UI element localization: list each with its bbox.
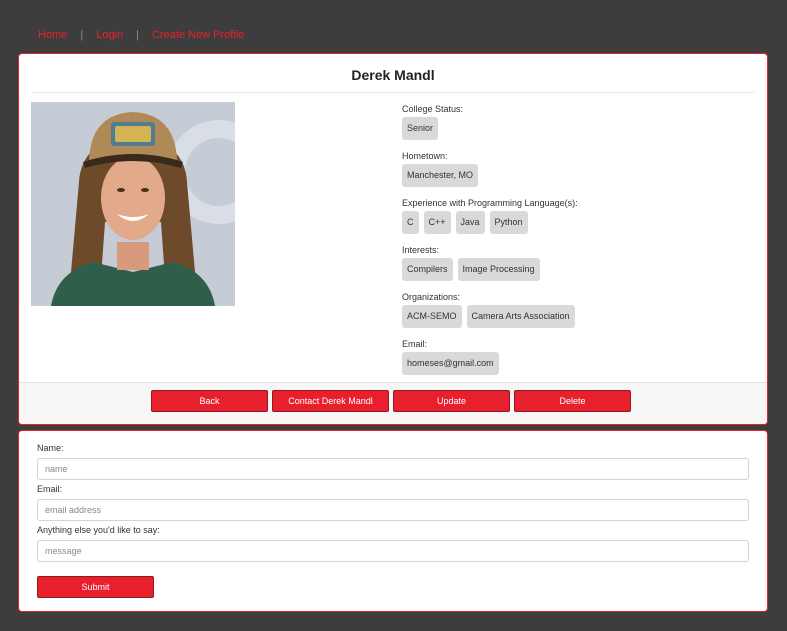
name-input[interactable] <box>37 458 749 480</box>
organization-tag: ACM-SEMO <box>402 305 462 328</box>
back-button[interactable]: Back <box>151 390 268 412</box>
update-button[interactable]: Update <box>393 390 510 412</box>
email-tag: homeses@gmail.com <box>402 352 499 375</box>
nav-home-link[interactable]: Home <box>38 29 67 41</box>
name-field-label: Name: <box>37 443 64 453</box>
delete-button[interactable]: Delete <box>514 390 631 412</box>
email-field-label: Email: <box>37 484 63 494</box>
nav-separator: | <box>80 29 84 41</box>
interest-tag: Image Processing <box>457 258 540 281</box>
interests-tags: Compilers Image Processing <box>402 258 578 281</box>
college-status-tags: Senior <box>402 117 578 140</box>
organizations-label: Organizations: <box>402 292 461 302</box>
nav-create-profile-link[interactable]: Create New Profile <box>152 29 244 41</box>
contact-form-card: Name: Email: Anything else you'd like to… <box>18 430 768 612</box>
hometown-tags: Manchester, MO <box>402 164 578 187</box>
languages-label: Experience with Programming Language(s): <box>402 198 578 208</box>
languages-tags: C C++ Java Python <box>402 211 578 234</box>
hometown-label: Hometown: <box>402 151 448 161</box>
language-tag: C <box>402 211 419 234</box>
college-status-label: College Status: <box>402 104 464 114</box>
top-nav: Home | Login | Create New Profile <box>38 29 244 41</box>
profile-name-heading: Derek Mandl <box>351 67 435 83</box>
organization-tag: Camera Arts Association <box>466 305 575 328</box>
nav-separator: | <box>136 29 139 41</box>
interest-tag: Compilers <box>402 258 453 281</box>
contact-button[interactable]: Contact Derek Mandl <box>272 390 389 412</box>
email-label: Email: <box>402 339 428 349</box>
header-divider <box>31 92 755 93</box>
profile-photo <box>31 102 235 306</box>
submit-button[interactable]: Submit <box>37 576 154 598</box>
college-status-tag: Senior <box>402 117 439 140</box>
message-input[interactable] <box>37 540 749 562</box>
profile-card: Derek Mandl College Status: Senior Homet… <box>18 53 768 425</box>
language-tag: Python <box>489 211 528 234</box>
message-field-label: Anything else you'd like to say: <box>37 525 160 535</box>
hometown-tag: Manchester, MO <box>402 164 479 187</box>
language-tag: Java <box>455 211 485 234</box>
profile-photo-image <box>31 102 235 306</box>
email-input[interactable] <box>37 499 749 521</box>
nav-login-link[interactable]: Login <box>96 29 123 41</box>
organizations-tags: ACM-SEMO Camera Arts Association <box>402 305 578 328</box>
email-tags: homeses@gmail.com <box>402 352 578 375</box>
interests-label: Interests: <box>402 245 440 255</box>
profile-actions-bar: Back Contact Derek Mandl Update Delete <box>19 382 767 424</box>
language-tag: C++ <box>423 211 451 234</box>
profile-details: College Status: Senior Hometown: Manches… <box>402 104 578 386</box>
